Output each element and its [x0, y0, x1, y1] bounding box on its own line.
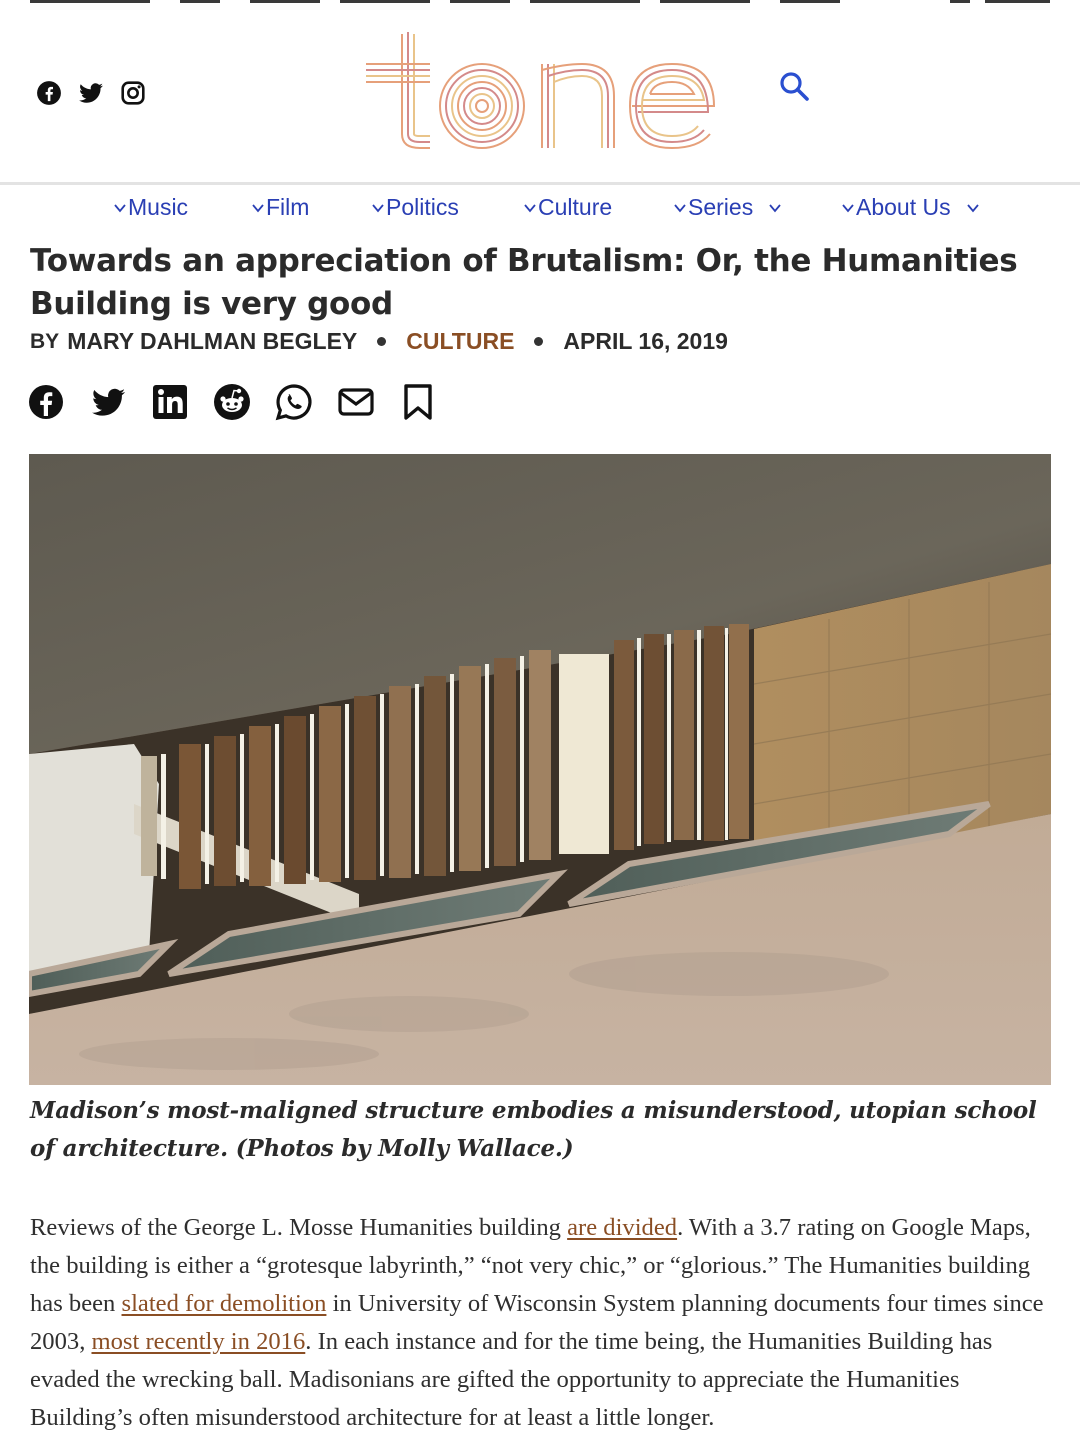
- chevron-down-icon: [674, 203, 686, 212]
- dropdown-chevron-icon[interactable]: [767, 200, 783, 216]
- nav-item-about-us[interactable]: About Us: [841, 194, 981, 221]
- twitter-icon[interactable]: [88, 382, 128, 422]
- bookmark-icon[interactable]: [398, 382, 438, 422]
- hero-photo: [29, 454, 1051, 1085]
- twitter-icon[interactable]: [78, 80, 104, 106]
- nav-label: Politics: [386, 194, 459, 220]
- photo-caption: Madison’s most-maligned structure embodi…: [30, 1097, 1037, 1162]
- linkedin-icon[interactable]: [150, 382, 190, 422]
- link-slated-for-demolition[interactable]: slated for demolition: [122, 1290, 327, 1317]
- author-name[interactable]: MARY DAHLMAN BEGLEY: [67, 328, 357, 355]
- nav-label: Film: [266, 194, 310, 220]
- email-icon[interactable]: [336, 382, 376, 422]
- link-are-divided[interactable]: are divided: [567, 1214, 677, 1241]
- nav-item-film[interactable]: Film: [251, 194, 309, 221]
- article-title: Towards an appreciation of Brutalism: Or…: [30, 243, 1018, 322]
- link-most-recently-2016[interactable]: most recently in 2016: [91, 1328, 305, 1355]
- tone-logo[interactable]: [364, 30, 718, 154]
- nav-item-music[interactable]: Music: [113, 194, 188, 221]
- facebook-icon[interactable]: [26, 382, 66, 422]
- search-icon[interactable]: [778, 70, 812, 104]
- body-text-segment: Reviews of the George L. Mosse Humanitie…: [30, 1214, 568, 1241]
- category-link[interactable]: CULTURE: [406, 328, 514, 355]
- main-nav: Music Film Politics Culture Series About…: [0, 186, 1080, 230]
- chevron-down-icon: [372, 203, 384, 212]
- chevron-down-icon: [842, 203, 854, 212]
- nav-item-culture[interactable]: Culture: [523, 194, 612, 221]
- nav-item-series[interactable]: Series: [673, 194, 783, 221]
- article-byline: BY MARY DAHLMAN BEGLEY CULTURE APRIL 16,…: [30, 328, 728, 355]
- header-divider: [0, 182, 1080, 185]
- facebook-icon[interactable]: [36, 80, 62, 106]
- logo-letter-o: [439, 63, 525, 149]
- nav-label: Series: [688, 194, 754, 220]
- share-bar: [26, 382, 438, 422]
- site-header: [0, 0, 1080, 185]
- header-social-links: [36, 80, 146, 106]
- nav-label: Culture: [538, 194, 613, 220]
- nav-item-politics[interactable]: Politics: [371, 194, 459, 221]
- logo-letter-t: [366, 32, 430, 149]
- chevron-down-icon: [114, 203, 126, 212]
- byline-separator: [377, 337, 387, 346]
- logo-letter-n: [541, 62, 615, 148]
- chevron-down-icon: [252, 203, 264, 212]
- nav-label: About Us: [856, 194, 951, 220]
- reddit-icon[interactable]: [212, 382, 252, 422]
- article-paragraph: Reviews of the George L. Mosse Humanitie…: [30, 1209, 1060, 1430]
- byline-separator: [534, 337, 544, 346]
- whatsapp-icon[interactable]: [274, 382, 314, 422]
- dropdown-chevron-icon[interactable]: [965, 200, 981, 216]
- logo-letter-e: [628, 62, 716, 150]
- nav-label: Music: [128, 194, 189, 220]
- chevron-down-icon: [524, 203, 536, 212]
- byline-prefix: BY: [30, 329, 60, 353]
- publish-date: APRIL 16, 2019: [563, 328, 728, 354]
- brutalist-building-photo: [29, 454, 1051, 1085]
- instagram-icon[interactable]: [120, 80, 146, 106]
